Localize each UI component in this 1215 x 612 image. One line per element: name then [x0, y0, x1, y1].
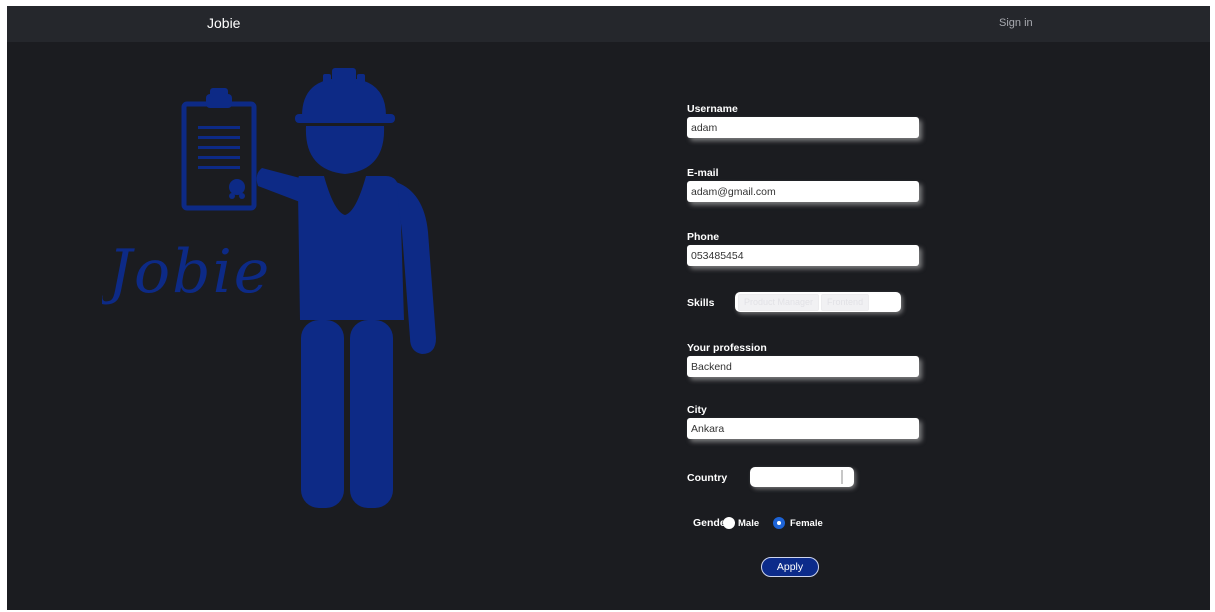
- gender-male-label[interactable]: Male: [738, 518, 759, 529]
- skill-tag[interactable]: Product Manager: [738, 293, 820, 311]
- brand-title[interactable]: Jobie: [207, 15, 240, 31]
- profession-label: Your profession: [687, 342, 767, 354]
- phone-label: Phone: [687, 231, 720, 243]
- profession-group: Your profession: [687, 342, 927, 377]
- email-label: E-mail: [687, 167, 719, 179]
- apply-button[interactable]: Apply: [761, 557, 819, 577]
- username-input[interactable]: [687, 117, 919, 138]
- sign-in-link[interactable]: Sign in: [999, 17, 1033, 29]
- country-label: Country: [687, 472, 728, 484]
- city-label: City: [687, 404, 707, 416]
- gender-male-radio[interactable]: [723, 517, 735, 529]
- phone-group: Phone: [687, 231, 927, 266]
- phone-input[interactable]: [687, 245, 919, 266]
- app-window: Jobie Sign in Jobie Username adam E-mail…: [7, 6, 1210, 610]
- skills-label: Skills: [687, 297, 715, 309]
- gender-female-label[interactable]: Female: [790, 518, 823, 529]
- email-input[interactable]: [687, 181, 919, 202]
- skill-tag[interactable]: Frontend: [821, 293, 870, 311]
- gender-female-radio[interactable]: [773, 517, 785, 529]
- worker-illustration: Jobie: [102, 68, 436, 508]
- skills-multiselect[interactable]: Product Manager Frontend: [735, 292, 901, 312]
- country-select[interactable]: [750, 467, 854, 487]
- navbar: Jobie Sign in: [7, 6, 1210, 42]
- city-group: City: [687, 404, 927, 439]
- svg-text:Jobie: Jobie: [102, 237, 271, 307]
- city-input[interactable]: [687, 418, 919, 439]
- email-group: E-mail: [687, 167, 927, 202]
- username-label: Username: [687, 103, 738, 115]
- select-arrow-icon: [841, 470, 843, 484]
- profession-input[interactable]: [687, 356, 919, 377]
- username-group: Username: [687, 103, 927, 138]
